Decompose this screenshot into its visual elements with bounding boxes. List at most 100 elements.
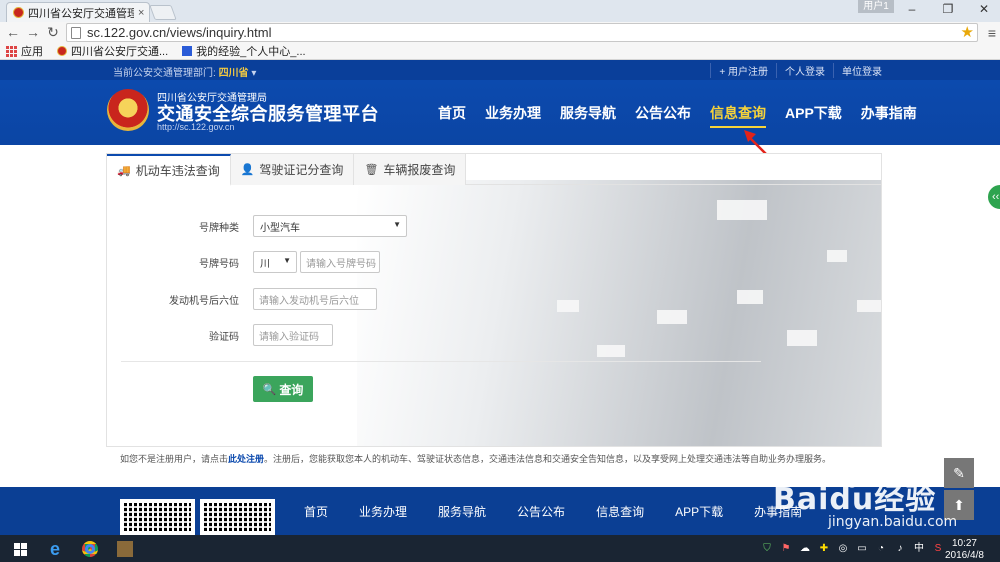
browser-titlebar: 四川省公安厅交通管理局 × 用户1 – ❐ ✕ bbox=[0, 0, 1000, 22]
plus-icon[interactable]: ✚ bbox=[817, 542, 831, 556]
tab-license-points[interactable]: 👤 驾驶证记分查询 bbox=[230, 154, 355, 185]
qr-code-icon bbox=[120, 499, 195, 535]
footer-nav-announcements[interactable]: 公告公布 bbox=[517, 503, 565, 520]
new-tab-button[interactable] bbox=[149, 5, 177, 20]
query-tabs: 🚚 机动车违法查询 👤 驾驶证记分查询 🗑 车辆报废查询 bbox=[107, 154, 881, 186]
display-icon[interactable]: ▭ bbox=[855, 542, 869, 556]
register-here-link[interactable]: 此处注册 bbox=[228, 454, 264, 464]
side-collapse-tab[interactable]: ‹‹ bbox=[986, 183, 1000, 211]
minimize-icon[interactable]: – bbox=[900, 2, 924, 16]
annotation-arrow-icon bbox=[744, 130, 767, 155]
query-button-label: 查询 bbox=[279, 382, 304, 397]
bookmark-jingyan[interactable]: 我的经验_个人中心_... bbox=[182, 43, 306, 59]
clock-time: 10:27 bbox=[951, 538, 977, 549]
main-nav: 首页 业务办理 服务导航 公告公布 信息查询 APP下载 办事指南 bbox=[438, 103, 936, 128]
nav-app-download[interactable]: APP下载 bbox=[785, 103, 842, 128]
company-login-link[interactable]: 单位登录 bbox=[833, 63, 890, 78]
plate-number-input[interactable]: 请输入号牌号码 bbox=[300, 251, 380, 273]
profile-badge[interactable]: 用户1 bbox=[858, 0, 894, 13]
tray-app-icon[interactable]: ◎ bbox=[836, 542, 850, 556]
windows-logo-icon bbox=[13, 542, 27, 556]
shield-icon[interactable]: ⛉ bbox=[760, 542, 774, 556]
tab-close-icon[interactable]: × bbox=[138, 7, 144, 19]
footer-nav-home[interactable]: 首页 bbox=[304, 503, 328, 520]
baidu-paw-icon bbox=[182, 46, 193, 56]
address-url: sc.122.gov.cn/views/inquiry.html bbox=[87, 25, 272, 40]
ime-indicator[interactable]: 中 bbox=[912, 542, 926, 556]
nav-announcements[interactable]: 公告公布 bbox=[635, 103, 691, 128]
footer-nav-business[interactable]: 业务办理 bbox=[359, 503, 407, 520]
plate-number-row: 号牌号码 川 ▼ 请输入号牌号码 bbox=[107, 251, 881, 273]
tab-vehicle-scrap[interactable]: 🗑 车辆报废查询 bbox=[354, 154, 467, 185]
plate-type-select[interactable]: 小型汽车 ▼ bbox=[253, 215, 407, 237]
person-icon: 👤 bbox=[240, 164, 255, 176]
captcha-label: 验证码 bbox=[209, 332, 239, 343]
start-button[interactable] bbox=[10, 539, 30, 559]
plate-prefix-value: 川 bbox=[260, 258, 270, 270]
search-icon: 🔍 bbox=[262, 383, 277, 396]
captcha-input[interactable]: 请输入验证码 bbox=[253, 324, 333, 346]
bookmark-label: 我的经验_个人中心_... bbox=[196, 46, 306, 58]
plate-prefix-select[interactable]: 川 ▼ bbox=[253, 251, 297, 273]
edge-icon[interactable]: e bbox=[44, 539, 66, 559]
browser-menu-icon[interactable]: ≡ bbox=[988, 25, 996, 41]
restore-icon[interactable]: ❐ bbox=[936, 2, 960, 16]
network-icon[interactable]: ☁ bbox=[798, 542, 812, 556]
query-button[interactable]: 🔍 查询 bbox=[253, 376, 313, 402]
nav-info-query[interactable]: 信息查询 bbox=[710, 103, 766, 128]
bookmark-label: 四川省公安厅交通... bbox=[71, 46, 169, 58]
personal-login-link[interactable]: 个人登录 bbox=[776, 63, 833, 78]
bookmark-police[interactable]: 四川省公安厅交通... bbox=[57, 43, 168, 59]
nav-business[interactable]: 业务办理 bbox=[485, 103, 541, 128]
close-window-icon[interactable]: ✕ bbox=[972, 2, 996, 16]
site-url: http://sc.122.gov.cn bbox=[157, 122, 235, 132]
nav-guide[interactable]: 办事指南 bbox=[861, 103, 917, 128]
address-bar[interactable]: sc.122.gov.cn/views/inquiry.html ★ bbox=[66, 23, 978, 42]
account-links: + 用户注册 个人登录 单位登录 bbox=[710, 63, 890, 78]
forward-icon[interactable]: → bbox=[24, 24, 42, 40]
reload-icon[interactable]: ↻ bbox=[44, 24, 62, 40]
system-tray: ⛉ ⚑ ☁ ✚ ◎ ▭ ◔ ♪ 中 S bbox=[760, 542, 950, 556]
department-value: 四川省 bbox=[218, 68, 249, 79]
plate-type-label: 号牌种类 bbox=[199, 223, 239, 234]
chevron-down-icon: ▼ bbox=[283, 256, 291, 265]
nav-service-guide[interactable]: 服务导航 bbox=[560, 103, 616, 128]
department-prefix: 当前公安交通管理部门: bbox=[113, 68, 216, 79]
tab-label: 驾驶证记分查询 bbox=[259, 163, 344, 177]
engine-number-row: 发动机号后六位 请输入发动机号后六位 bbox=[107, 288, 881, 310]
nav-home[interactable]: 首页 bbox=[438, 103, 466, 128]
register-link[interactable]: + 用户注册 bbox=[710, 63, 776, 78]
current-department[interactable]: 当前公安交通管理部门: 四川省 ▾ bbox=[113, 64, 256, 79]
chevron-down-icon: ▼ bbox=[393, 220, 401, 229]
bookmark-apps[interactable]: 应用 bbox=[6, 43, 43, 59]
bookmark-label: 应用 bbox=[21, 46, 43, 58]
plate-number-label: 号牌号码 bbox=[199, 259, 239, 270]
notice-suffix: 。注册后，您能获取您本人的机动车、驾驶证状态信息，交通违法信息和交通安全告知信息… bbox=[264, 454, 832, 464]
browser-toolbar: ← → ↻ sc.122.gov.cn/views/inquiry.html ★… bbox=[0, 22, 1000, 43]
flag-icon[interactable]: ⚑ bbox=[779, 542, 793, 556]
footer-nav-info-query[interactable]: 信息查询 bbox=[596, 503, 644, 520]
footer-nav: 首页 业务办理 服务导航 公告公布 信息查询 APP下载 办事指南 bbox=[304, 503, 833, 520]
chevron-down-icon: ▾ bbox=[251, 68, 257, 79]
wifi-icon[interactable]: ◔ bbox=[874, 542, 888, 556]
engine-number-label: 发动机号后六位 bbox=[169, 296, 239, 307]
tab-vehicle-violation[interactable]: 🚚 机动车违法查询 bbox=[107, 154, 231, 186]
browser-tab[interactable]: 四川省公安厅交通管理局 × bbox=[6, 2, 150, 22]
footer-nav-app-download[interactable]: APP下载 bbox=[675, 503, 723, 520]
antivirus-icon[interactable]: S bbox=[931, 542, 945, 556]
police-emblem-logo[interactable] bbox=[107, 89, 149, 131]
engine-number-input[interactable]: 请输入发动机号后六位 bbox=[253, 288, 377, 310]
query-panel: 🚚 机动车违法查询 👤 驾驶证记分查询 🗑 车辆报废查询 号牌种类 小型汽车 ▼… bbox=[106, 153, 882, 447]
system-clock[interactable]: 10:27 2016/4/8 bbox=[945, 538, 984, 562]
photo-app-icon[interactable] bbox=[114, 539, 136, 559]
footer-nav-service-guide[interactable]: 服务导航 bbox=[438, 503, 486, 520]
bookmark-star-icon[interactable]: ★ bbox=[961, 24, 974, 41]
registration-notice: 如您不是注册用户，请点击此处注册。注册后，您能获取您本人的机动车、驾驶证状态信息… bbox=[120, 452, 831, 465]
plate-type-value: 小型汽车 bbox=[260, 222, 300, 234]
captcha-row: 验证码 请输入验证码 bbox=[107, 324, 881, 346]
back-icon[interactable]: ← bbox=[4, 24, 22, 40]
site-top-bar: 当前公安交通管理部门: 四川省 ▾ + 用户注册 个人登录 单位登录 bbox=[0, 60, 1000, 80]
chrome-icon[interactable] bbox=[78, 539, 102, 559]
volume-icon[interactable]: ♪ bbox=[893, 542, 907, 556]
tab-label: 车辆报废查询 bbox=[383, 163, 456, 177]
